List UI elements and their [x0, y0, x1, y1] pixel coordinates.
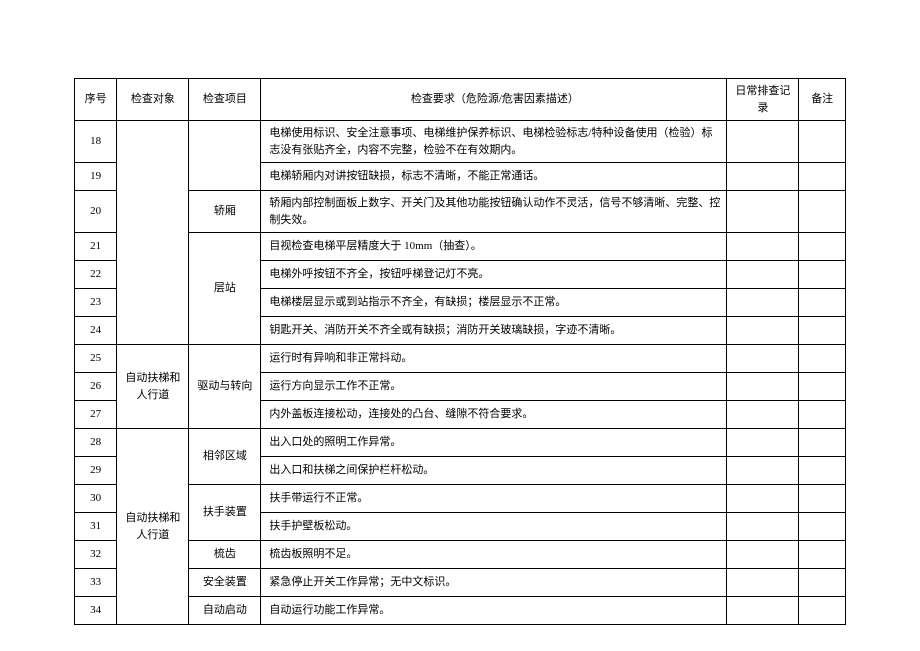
table-row: 28 自动扶梯和人行道 相邻区域 出入口处的照明工作异常。: [75, 429, 846, 457]
table-row: 20 轿厢 轿厢内部控制面板上数字、开关门及其他功能按钮确认动作不灵活，信号不够…: [75, 191, 846, 233]
cell-rec: [727, 261, 799, 289]
cell-seq: 28: [75, 429, 117, 457]
cell-desc: 扶手护壁板松动。: [261, 513, 727, 541]
cell-item-blank: [189, 121, 261, 191]
cell-note: [799, 401, 846, 429]
cell-note: [799, 121, 846, 163]
cell-obj: 自动扶梯和人行道: [117, 429, 189, 625]
cell-rec: [727, 289, 799, 317]
table-header-row: 序号 检查对象 检查项目 检查要求（危险源/危害因素描述） 日常排查记录 备注: [75, 79, 846, 121]
cell-note: [799, 191, 846, 233]
cell-rec: [727, 191, 799, 233]
cell-seq: 25: [75, 345, 117, 373]
cell-desc: 内外盖板连接松动，连接处的凸台、缝隙不符合要求。: [261, 401, 727, 429]
header-obj: 检查对象: [117, 79, 189, 121]
cell-seq: 21: [75, 233, 117, 261]
cell-note: [799, 233, 846, 261]
table-row: 21 层站 目视检查电梯平层精度大于 10mm（抽查）。: [75, 233, 846, 261]
cell-rec: [727, 233, 799, 261]
cell-rec: [727, 163, 799, 191]
cell-item: 扶手装置: [189, 485, 261, 541]
table-row: 34 自动启动 自动运行功能工作异常。: [75, 597, 846, 625]
cell-desc: 运行时有异响和非正常抖动。: [261, 345, 727, 373]
cell-rec: [727, 121, 799, 163]
cell-note: [799, 429, 846, 457]
cell-obj: 自动扶梯和人行道: [117, 345, 189, 429]
table-row: 30 扶手装置 扶手带运行不正常。: [75, 485, 846, 513]
cell-rec: [727, 429, 799, 457]
cell-note: [799, 289, 846, 317]
cell-note: [799, 541, 846, 569]
cell-desc: 目视检查电梯平层精度大于 10mm（抽查）。: [261, 233, 727, 261]
cell-rec: [727, 541, 799, 569]
cell-seq: 22: [75, 261, 117, 289]
header-rec: 日常排查记录: [727, 79, 799, 121]
cell-desc: 自动运行功能工作异常。: [261, 597, 727, 625]
cell-item: 驱动与转向: [189, 345, 261, 429]
cell-seq: 27: [75, 401, 117, 429]
cell-seq: 34: [75, 597, 117, 625]
cell-desc: 出入口处的照明工作异常。: [261, 429, 727, 457]
cell-item: 相邻区域: [189, 429, 261, 485]
cell-seq: 31: [75, 513, 117, 541]
cell-desc: 梳齿板照明不足。: [261, 541, 727, 569]
table-row: 33 安全装置 紧急停止开关工作异常；无中文标识。: [75, 569, 846, 597]
cell-note: [799, 513, 846, 541]
cell-note: [799, 317, 846, 345]
header-item: 检查项目: [189, 79, 261, 121]
header-desc: 检查要求（危险源/危害因素描述）: [261, 79, 727, 121]
cell-rec: [727, 457, 799, 485]
cell-rec: [727, 513, 799, 541]
cell-note: [799, 457, 846, 485]
cell-seq: 23: [75, 289, 117, 317]
cell-rec: [727, 485, 799, 513]
cell-note: [799, 597, 846, 625]
cell-item: 层站: [189, 233, 261, 345]
cell-item: 轿厢: [189, 191, 261, 233]
inspection-table: 序号 检查对象 检查项目 检查要求（危险源/危害因素描述） 日常排查记录 备注 …: [74, 78, 846, 625]
cell-note: [799, 485, 846, 513]
header-note: 备注: [799, 79, 846, 121]
cell-note: [799, 569, 846, 597]
cell-desc: 轿厢内部控制面板上数字、开关门及其他功能按钮确认动作不灵活，信号不够清晰、完整、…: [261, 191, 727, 233]
cell-seq: 26: [75, 373, 117, 401]
cell-seq: 33: [75, 569, 117, 597]
cell-desc: 电梯楼层显示或到站指示不齐全，有缺损；楼层显示不正常。: [261, 289, 727, 317]
cell-seq: 30: [75, 485, 117, 513]
cell-desc: 电梯使用标识、安全注意事项、电梯维护保养标识、电梯检验标志/特种设备使用（检验）…: [261, 121, 727, 163]
cell-seq: 18: [75, 121, 117, 163]
cell-desc: 扶手带运行不正常。: [261, 485, 727, 513]
cell-rec: [727, 317, 799, 345]
cell-desc: 出入口和扶梯之间保护栏杆松动。: [261, 457, 727, 485]
cell-desc: 紧急停止开关工作异常；无中文标识。: [261, 569, 727, 597]
table-row: 25 自动扶梯和人行道 驱动与转向 运行时有异响和非正常抖动。: [75, 345, 846, 373]
cell-seq: 19: [75, 163, 117, 191]
cell-desc: 运行方向显示工作不正常。: [261, 373, 727, 401]
cell-seq: 20: [75, 191, 117, 233]
cell-desc: 钥匙开关、消防开关不齐全或有缺损；消防开关玻璃缺损，字迹不清晰。: [261, 317, 727, 345]
cell-desc: 电梯轿厢内对讲按钮缺损，标志不清晰，不能正常通话。: [261, 163, 727, 191]
cell-rec: [727, 597, 799, 625]
cell-desc: 电梯外呼按钮不齐全，按钮呼梯登记灯不亮。: [261, 261, 727, 289]
table-row: 18 电梯使用标识、安全注意事项、电梯维护保养标识、电梯检验标志/特种设备使用（…: [75, 121, 846, 163]
cell-note: [799, 345, 846, 373]
cell-note: [799, 373, 846, 401]
header-seq: 序号: [75, 79, 117, 121]
cell-seq: 32: [75, 541, 117, 569]
cell-rec: [727, 373, 799, 401]
cell-seq: 24: [75, 317, 117, 345]
cell-item: 安全装置: [189, 569, 261, 597]
cell-obj-blank: [117, 121, 189, 345]
cell-seq: 29: [75, 457, 117, 485]
cell-rec: [727, 569, 799, 597]
table-row: 32 梳齿 梳齿板照明不足。: [75, 541, 846, 569]
cell-item: 梳齿: [189, 541, 261, 569]
cell-item: 自动启动: [189, 597, 261, 625]
cell-note: [799, 261, 846, 289]
cell-rec: [727, 401, 799, 429]
cell-rec: [727, 345, 799, 373]
cell-note: [799, 163, 846, 191]
